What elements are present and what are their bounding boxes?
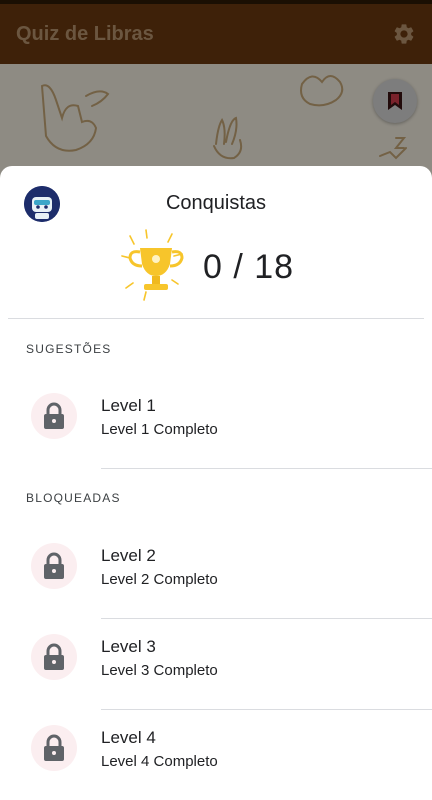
achievements-sheet: Conquistas 0 / 18 SUGESTÕES Level 1 Leve… (0, 166, 432, 800)
achievement-title: Level 3 (101, 637, 156, 656)
achievements-header: Conquistas 0 / 18 (0, 166, 432, 318)
achievement-title: Level 2 (101, 546, 156, 565)
achievement-subtitle: Level 4 Completo (101, 753, 218, 770)
achievements-score: 0 / 18 (203, 248, 295, 286)
section-label-suggestions: SUGESTÕES (26, 342, 112, 356)
lock-icon (31, 543, 77, 589)
lock-icon (31, 393, 77, 439)
divider (101, 468, 432, 469)
achievement-item-level-2[interactable]: Level 2 Level 2 Completo (0, 521, 432, 611)
achievements-title: Conquistas (165, 192, 267, 214)
trophy-icon (121, 229, 184, 301)
achievement-item-level-1[interactable]: Level 1 Level 1 Completo (0, 371, 432, 461)
section-label-locked: BLOQUEADAS (26, 491, 121, 505)
divider (8, 318, 424, 319)
achievement-title: Level 1 (101, 396, 156, 415)
achievement-subtitle: Level 1 Completo (101, 421, 218, 438)
lock-icon (31, 725, 77, 771)
achievement-item-level-4[interactable]: Level 4 Level 4 Completo (0, 703, 432, 793)
achievement-item-level-3[interactable]: Level 3 Level 3 Completo (0, 612, 432, 702)
achievement-title: Level 4 (101, 728, 156, 747)
achievement-subtitle: Level 3 Completo (101, 662, 218, 679)
achievement-subtitle: Level 2 Completo (101, 571, 218, 588)
lock-icon (31, 634, 77, 680)
